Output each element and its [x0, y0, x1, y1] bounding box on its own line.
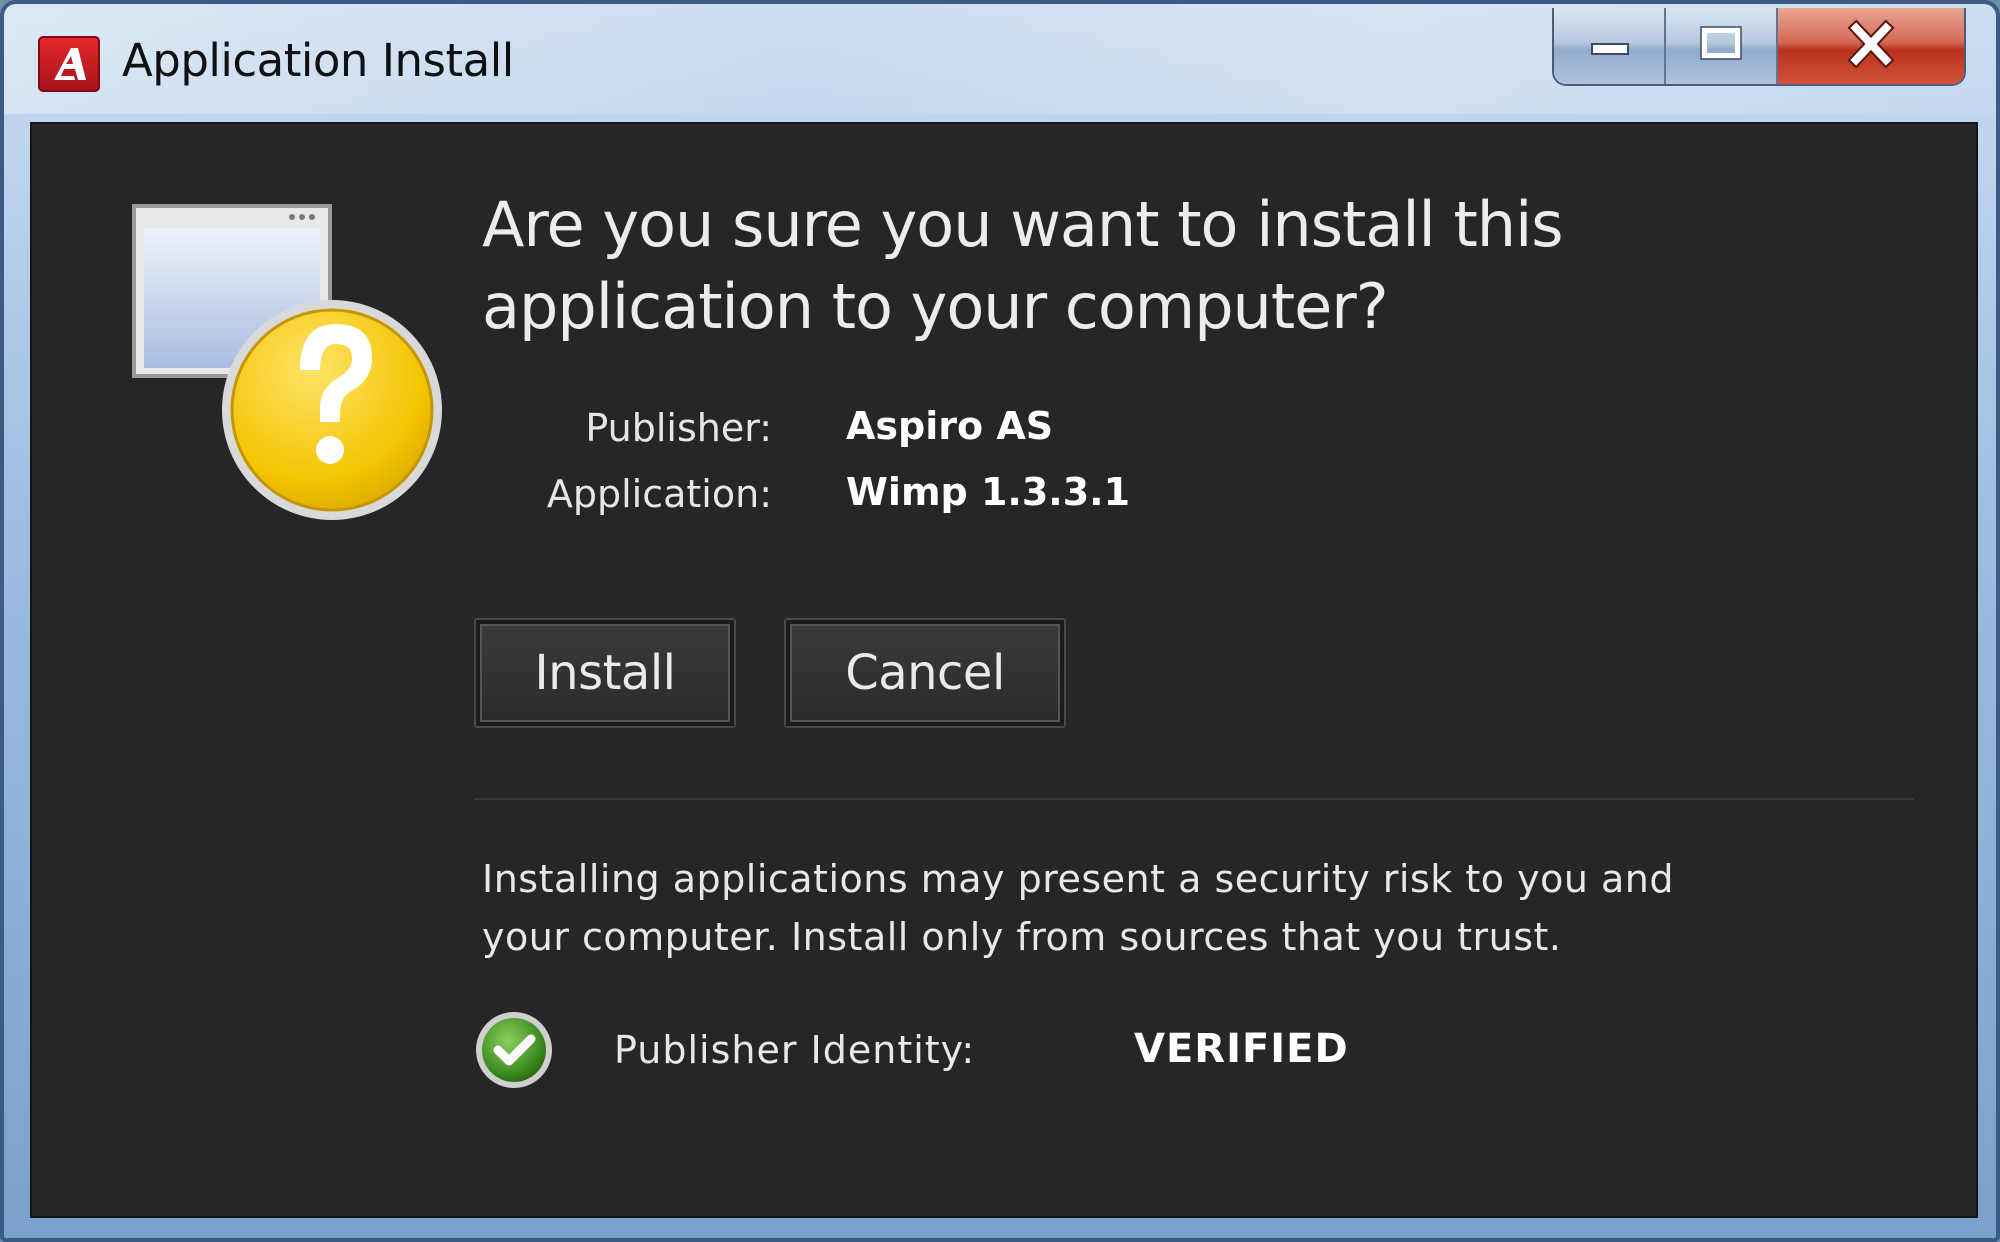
publisher-identity-label: Publisher Identity:: [614, 1028, 976, 1072]
cancel-button[interactable]: Cancel: [784, 618, 1066, 728]
publisher-label: Publisher:: [585, 406, 772, 450]
application-install-window: Application Install Are you sure you wan…: [0, 0, 2000, 1242]
minimize-button[interactable]: [1554, 8, 1666, 84]
divider: [474, 798, 1914, 800]
cancel-button-label: Cancel: [790, 624, 1060, 722]
install-button[interactable]: Install: [474, 618, 736, 728]
heading-line-2: application to your computer?: [482, 270, 1389, 343]
window-title: Application Install: [122, 34, 514, 87]
application-value: Wimp 1.3.3.1: [846, 470, 1131, 514]
title-bar[interactable]: Application Install: [4, 4, 1996, 122]
caption-buttons: [1552, 8, 1966, 86]
dialog-client-area: Are you sure you want to install this ap…: [30, 122, 1978, 1218]
confirmation-heading: Are you sure you want to install this ap…: [482, 184, 1882, 348]
maximize-icon: [1700, 26, 1742, 60]
green-checkmark-icon: [474, 1010, 554, 1090]
minimize-icon: [1591, 43, 1629, 55]
adobe-air-icon: [38, 36, 100, 92]
publisher-value: Aspiro AS: [846, 404, 1054, 448]
close-button[interactable]: [1778, 8, 1964, 84]
install-button-label: Install: [480, 624, 730, 722]
warning-line-1: Installing applications may present a se…: [482, 857, 1674, 901]
publisher-identity-value: VERIFIED: [1134, 1026, 1349, 1072]
close-icon: [1847, 19, 1895, 69]
application-label: Application:: [546, 472, 772, 516]
security-warning: Installing applications may present a se…: [482, 850, 1962, 966]
heading-line-1: Are you sure you want to install this: [482, 188, 1564, 261]
warning-line-2: your computer. Install only from sources…: [482, 915, 1562, 959]
maximize-button[interactable]: [1666, 8, 1778, 84]
